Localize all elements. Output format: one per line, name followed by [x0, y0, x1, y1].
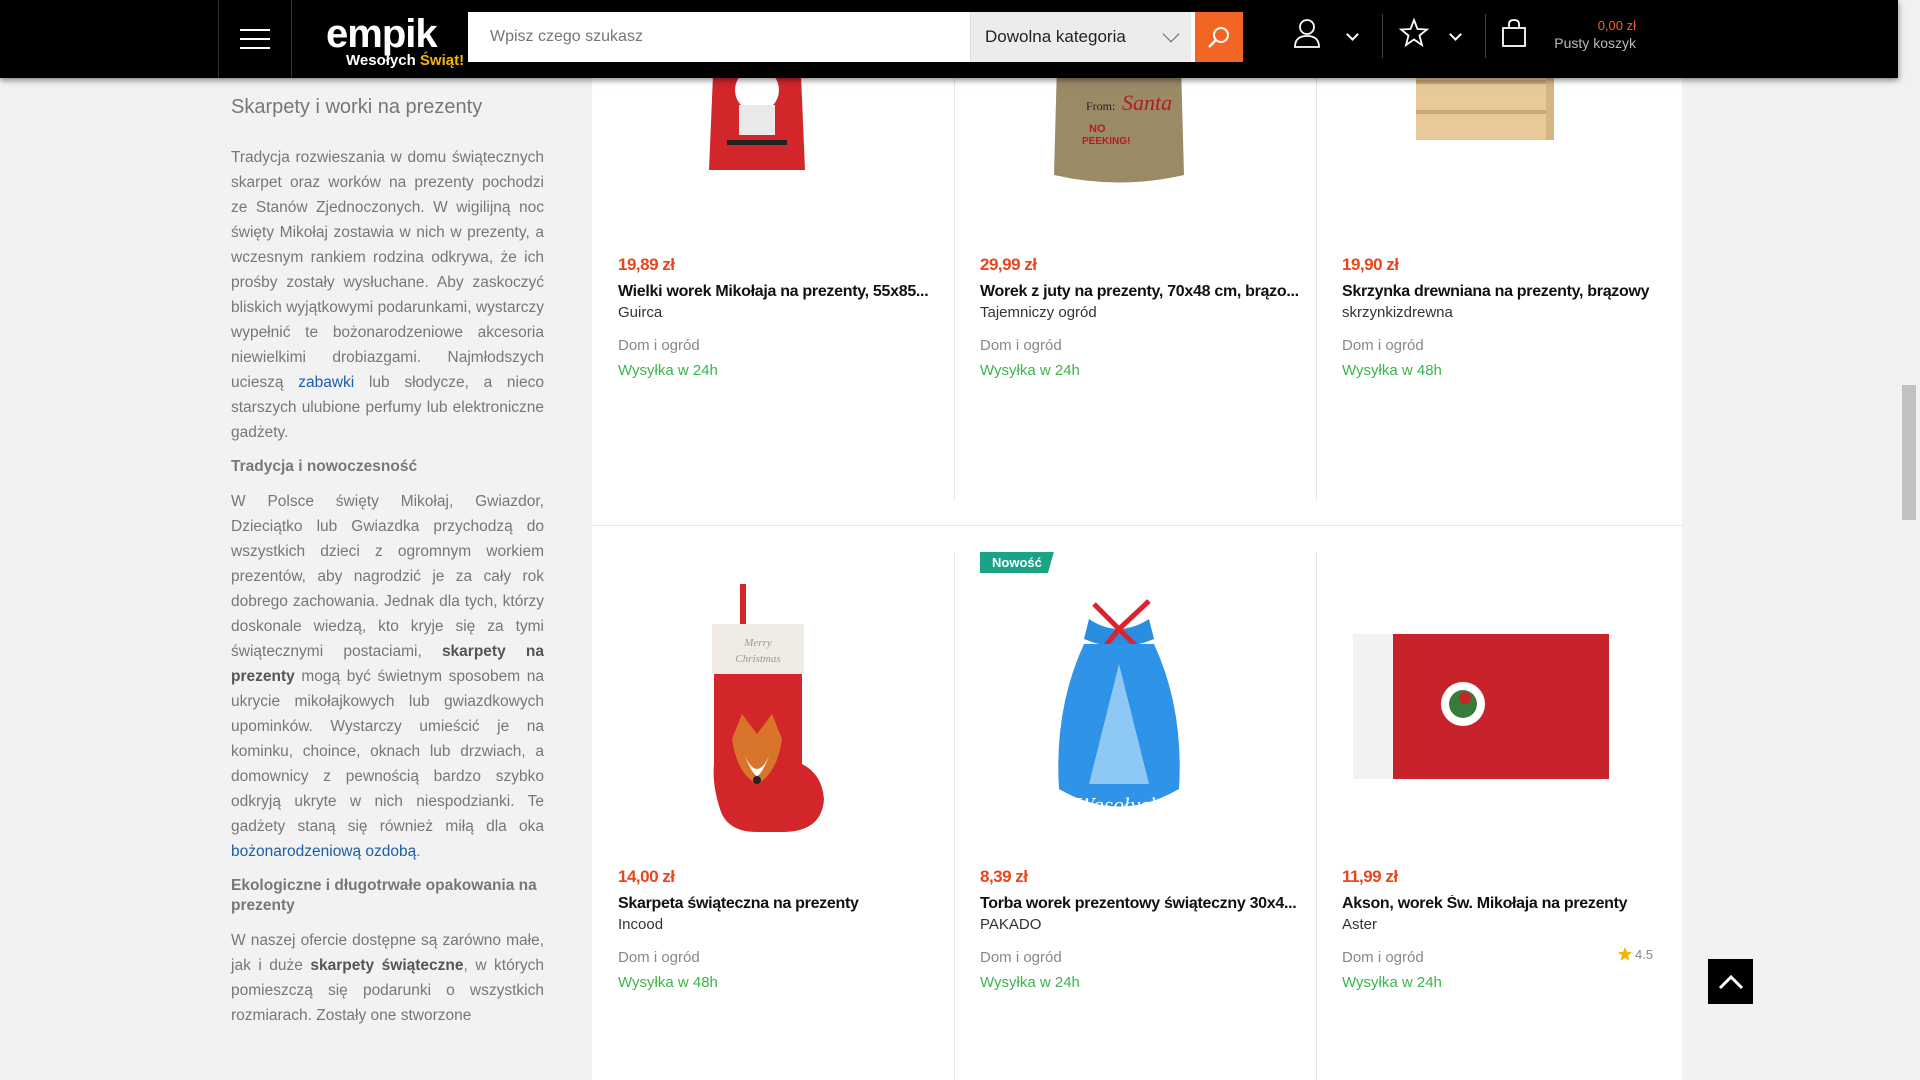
- category-description: Skarpety i worki na prezenty Tradycja ro…: [231, 96, 544, 1040]
- new-badge: Nowość: [980, 552, 1054, 573]
- product-brand[interactable]: Aster: [1342, 916, 1377, 933]
- logo-tagline: Wesołych Świąt!: [346, 52, 464, 69]
- user-menu-chevron-icon[interactable]: [1346, 28, 1359, 41]
- star-icon[interactable]: [1399, 18, 1429, 48]
- sock-text-1: Merry: [743, 637, 772, 649]
- product-title[interactable]: Torba worek prezentowy świąteczny 30x4..…: [980, 895, 1300, 913]
- product-shipping: Wysyłka w 48h: [1342, 362, 1442, 379]
- page-scrollbar[interactable]: [1898, 0, 1920, 1080]
- rating-value: 4.5: [1635, 946, 1654, 962]
- text: .: [416, 843, 421, 860]
- sidebar-paragraph-2: W Polsce święty Mikołaj, Gwiazdor, Dziec…: [231, 489, 544, 864]
- cart-label: Pusty koszyk: [1554, 35, 1636, 51]
- category-select[interactable]: Dowolna kategoria: [970, 12, 1191, 62]
- product-price: 29,99 zł: [980, 255, 1037, 274]
- sack-text-no: NO: [1089, 123, 1106, 135]
- favorites-chevron-icon[interactable]: [1449, 28, 1462, 41]
- product-price: 14,00 zł: [618, 867, 675, 886]
- search-input[interactable]: [468, 12, 970, 62]
- product-title[interactable]: Skrzynka drewniana na prezenty, brązowy: [1342, 283, 1662, 301]
- menu-icon[interactable]: [218, 0, 292, 78]
- bag-icon[interactable]: [1500, 18, 1528, 48]
- product-brand[interactable]: skrzynkizdrewna: [1342, 304, 1453, 321]
- header-divider: [1382, 14, 1383, 58]
- text: Tradycja rozwieszania w domu świątecznyc…: [231, 149, 544, 391]
- product-title[interactable]: Wielki worek Mikołaja na prezenty, 55x85…: [618, 283, 938, 301]
- text: mogą być świetnym sposobem na ukrycie mi…: [231, 668, 544, 835]
- product-category: Dom i ogród: [618, 337, 700, 354]
- bag-text: Wesołych: [1076, 795, 1161, 816]
- product-title[interactable]: Akson, worek Św. Mikołaja na prezenty: [1342, 895, 1662, 913]
- sidebar-paragraph-3: W naszej ofercie dostępne są zarówno mał…: [231, 928, 544, 1028]
- sidebar-heading-1: Tradycja i nowoczesność: [231, 458, 418, 475]
- text: W Polsce święty Mikołaj, Gwiazdor, Dziec…: [231, 493, 544, 660]
- row-divider: [592, 525, 1682, 526]
- product-title[interactable]: Skarpeta świąteczna na prezenty: [618, 895, 938, 913]
- product-category: Dom i ogród: [1342, 337, 1424, 354]
- bold-text: skarpety świąteczne: [310, 957, 464, 974]
- product-image[interactable]: Merry Christmas: [592, 579, 922, 839]
- product-price: 19,89 zł: [618, 255, 675, 274]
- product-image[interactable]: Wesołych: [954, 579, 1284, 839]
- chevron-down-icon: [1162, 25, 1180, 43]
- product-rating: 4.5: [1617, 946, 1653, 962]
- decoration-link[interactable]: bożonarodzeniową ozdobą: [231, 843, 416, 860]
- cart-price: 0,00 zł: [1597, 18, 1636, 33]
- search-icon: [1208, 27, 1229, 48]
- search-button[interactable]: [1195, 12, 1243, 62]
- logo-tag-a: Wesołych: [346, 52, 420, 69]
- top-header: empik Wesołych Świąt! Dowolna kategoria …: [0, 0, 1898, 78]
- product-category: Dom i ogród: [1342, 949, 1424, 966]
- sidebar-paragraph-1: Tradycja rozwieszania w domu świątecznyc…: [231, 145, 544, 445]
- logo[interactable]: empik Wesołych Świąt!: [326, 12, 464, 69]
- product-brand[interactable]: Guirca: [618, 304, 662, 321]
- product-shipping: Wysyłka w 24h: [980, 362, 1080, 379]
- search-bar: Dowolna kategoria: [468, 12, 1243, 62]
- product-price: 8,39 zł: [980, 867, 1028, 886]
- logo-name: empik: [326, 12, 438, 56]
- product-price: 19,90 zł: [1342, 255, 1399, 274]
- product-title[interactable]: Worek z juty na prezenty, 70x48 cm, brąz…: [980, 283, 1300, 301]
- product-shipping: Wysyłka w 24h: [980, 974, 1080, 991]
- product-shipping: Wysyłka w 24h: [618, 362, 718, 379]
- product-price: 11,99 zł: [1342, 867, 1398, 886]
- logo-tag-b: Świąt!: [419, 52, 465, 69]
- scrollbar-thumb[interactable]: [1902, 385, 1916, 520]
- user-icon[interactable]: [1293, 18, 1321, 48]
- product-brand[interactable]: PAKADO: [980, 916, 1041, 933]
- chevron-up-icon: [1718, 974, 1743, 989]
- product-shipping: Wysyłka w 48h: [618, 974, 718, 991]
- toys-link[interactable]: zabawki: [298, 374, 354, 391]
- product-brand[interactable]: Tajemniczy ogród: [980, 304, 1097, 321]
- sack-text-santa: Santa: [1122, 90, 1172, 115]
- sock-text-2: Christmas: [735, 653, 780, 665]
- sack-text-from: From:: [1086, 99, 1115, 113]
- cart-summary[interactable]: 0,00 zł Pusty koszyk: [1548, 18, 1636, 51]
- sidebar-heading-2: Ekologiczne i długotrwałe opakowania na …: [231, 877, 537, 914]
- header-divider: [1485, 14, 1486, 58]
- star-rating-icon: [1618, 947, 1632, 961]
- scroll-to-top-button[interactable]: [1708, 959, 1753, 1004]
- product-shipping: Wysyłka w 24h: [1342, 974, 1442, 991]
- product-category: Dom i ogród: [980, 337, 1062, 354]
- product-category: Dom i ogród: [980, 949, 1062, 966]
- sidebar-title: Skarpety i worki na prezenty: [231, 96, 483, 118]
- product-category: Dom i ogród: [618, 949, 700, 966]
- product-brand[interactable]: Incood: [618, 916, 663, 933]
- category-select-label: Dowolna kategoria: [985, 27, 1126, 46]
- sack-text-peeking: PEEKING!: [1082, 136, 1130, 147]
- product-image[interactable]: [1316, 579, 1646, 839]
